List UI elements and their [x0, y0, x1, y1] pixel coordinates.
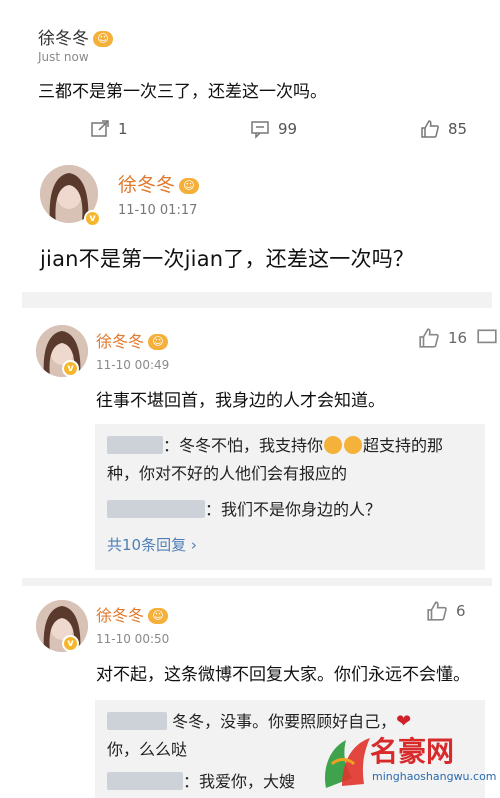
comment-time: 11-10 00:50: [96, 632, 170, 646]
verified-icon: v: [84, 210, 101, 227]
watermark-title: 名豪网: [370, 735, 455, 768]
comment-like-button[interactable]: 6: [426, 600, 466, 622]
more-replies-link[interactable]: 共10条回复 ›: [107, 534, 197, 555]
comment-time: 11-10 00:49: [96, 358, 170, 372]
thumbs-up-icon: [421, 120, 439, 138]
emoji-icon: [324, 436, 343, 454]
verified-icon: v: [62, 360, 79, 377]
author-name[interactable]: 徐冬冬 ☺: [118, 170, 200, 197]
thumbs-up-icon: [427, 601, 447, 621]
like-button[interactable]: 85: [420, 119, 467, 139]
blurred-username: [107, 712, 167, 730]
comment-text: 对不起，这条微博不回复大家。你们永远不会懂。: [96, 665, 470, 685]
verified-icon: v: [62, 635, 79, 652]
vip-icon: ☺: [148, 608, 169, 624]
comment-author[interactable]: 徐冬冬 ☺: [96, 328, 169, 352]
comment-button[interactable]: 99: [250, 119, 297, 139]
post-text: jian不是第一次jian了，还差这一次吗？: [40, 247, 415, 271]
vip-icon: ☺: [93, 31, 113, 47]
reply-item: ：我爱你，大嫂: [107, 768, 295, 796]
divider: [22, 578, 492, 586]
comment-icon: [477, 329, 497, 344]
vip-icon: ☺: [179, 178, 200, 194]
watermark: 名豪网 minghaoshangwu.com: [312, 718, 497, 798]
thumbs-up-icon: [419, 328, 439, 348]
watermark-url: minghaoshangwu.com: [372, 770, 497, 783]
comment-text: 往事不堪回首，我身边的人才会知道。: [96, 391, 385, 411]
reply-box: ：冬冬不怕，我支持你 超支持的那 种，你对不好的人他们会有报应的 ：我们不是你身边…: [95, 424, 485, 570]
post-text: 三都不是第一次三了，还差这一次吗。: [38, 82, 327, 102]
comment-reply-button[interactable]: [476, 327, 498, 349]
divider: [22, 300, 492, 308]
blurred-username: [107, 436, 163, 454]
reply-item: 种，你对不好的人他们会有报应的: [107, 464, 348, 483]
repost-icon: [91, 120, 109, 137]
post-author[interactable]: 徐冬冬 ☺: [38, 24, 113, 49]
comment-author[interactable]: 徐冬冬 ☺: [96, 602, 169, 626]
post-time: 11-10 01:17: [118, 203, 198, 218]
blurred-username: [107, 772, 183, 790]
blurred-username: [107, 500, 205, 518]
vip-icon: ☺: [148, 334, 169, 350]
reply-item: ：冬冬不怕，我支持你 超支持的那: [107, 432, 443, 460]
comment-icon: [251, 121, 269, 139]
emoji-icon: [344, 436, 363, 454]
post-time: Just now: [38, 50, 89, 64]
comment-like-button[interactable]: 16: [418, 327, 467, 349]
reply-item: ：我们不是你身边的人？: [107, 496, 381, 524]
post-action-bar: 1 99 85: [38, 119, 478, 149]
reply-item: 你，么么哒: [107, 740, 188, 759]
repost-button[interactable]: 1: [90, 119, 128, 139]
